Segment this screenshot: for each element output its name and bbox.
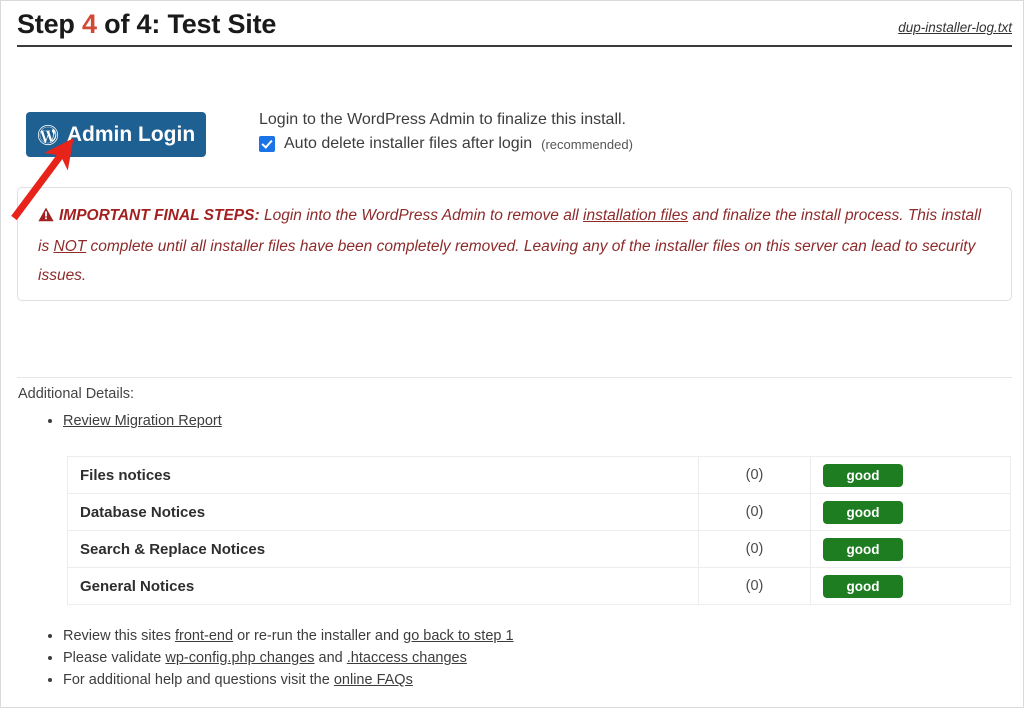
header-divider [17,45,1012,47]
list-item: Review this sites front-end or re-run th… [63,625,514,647]
status-badge[interactable]: good [823,500,903,524]
notice-part1: Login into the WordPress Admin to remove… [259,207,584,224]
notice-name: General Notices [67,567,699,605]
login-instructions: Login to the WordPress Admin to finalize… [259,109,959,153]
notice-count: (0) [698,456,811,494]
front-end-link[interactable]: front-end [175,628,233,644]
notice-count: (0) [698,493,811,531]
page-header: Step 4 of 4: Test Site dup-installer-log… [17,9,1012,47]
notice-part3: complete until all installer files have … [38,238,976,284]
footer-text-pre: Review this sites [63,628,176,644]
page-title: Step 4 of 4: Test Site [17,9,276,40]
table-row: Search & Replace Notices (0) good [67,530,1011,568]
notice-name: Files notices [67,456,699,494]
notices-table: Files notices (0) good Database Notices … [67,456,1011,605]
list-item: Review Migration Report [63,410,222,432]
auto-delete-row[interactable]: Auto delete installer files after login … [259,135,959,153]
notice-status-cell: good [810,530,1011,568]
list-item: Please validate wp-config.php changes an… [63,647,514,669]
auto-delete-checkbox[interactable] [259,136,275,152]
online-faqs-link[interactable]: online FAQs [334,672,413,688]
wp-config-changes-link[interactable]: wp-config.php changes [165,650,314,666]
footer-text-mid: or re-run the installer and [233,628,404,644]
step-number: 4 [82,9,97,39]
warning-triangle-icon [38,203,54,232]
auto-delete-label: Auto delete installer files after login [284,135,533,152]
login-description: Login to the WordPress Admin to finalize… [259,111,626,128]
status-badge[interactable]: good [823,537,903,561]
review-migration-report-link[interactable]: Review Migration Report [63,413,222,429]
footer-text-pre: Please validate [63,650,166,666]
page-title-prefix: Step [17,9,83,39]
important-notice-text: IMPORTANT FINAL STEPS: Login into the Wo… [38,201,993,290]
notice-name: Database Notices [67,493,699,531]
notice-status-cell: good [810,493,1011,531]
notice-emphasis-not: NOT [53,238,87,255]
important-notice-box: IMPORTANT FINAL STEPS: Login into the Wo… [17,187,1012,301]
installer-log-link[interactable]: dup-installer-log.txt [898,20,1012,35]
notice-heading: IMPORTANT FINAL STEPS: [59,207,260,224]
wordpress-icon [37,124,59,146]
list-item: For additional help and questions visit … [63,669,514,691]
page-title-suffix: of 4: Test Site [96,9,277,39]
installer-step4-page: Step 4 of 4: Test Site dup-installer-log… [0,0,1024,708]
auto-delete-note: (recommended) [541,136,633,152]
section-divider [17,377,1012,378]
notice-status-cell: good [810,456,1011,494]
footer-links-list: Review this sites front-end or re-run th… [35,625,514,691]
notice-count: (0) [698,567,811,605]
status-badge[interactable]: good [823,574,903,598]
admin-login-button[interactable]: Admin Login [26,112,206,157]
notice-status-cell: good [810,567,1011,605]
additional-details-label: Additional Details: [18,386,135,402]
notice-name: Search & Replace Notices [67,530,699,568]
status-badge[interactable]: good [823,463,903,487]
notice-count: (0) [698,530,811,568]
go-back-to-step-1-link[interactable]: go back to step 1 [403,628,513,644]
installation-files-link[interactable]: installation files [583,207,688,224]
admin-login-section: Admin Login Login to the WordPress Admin… [1,109,1023,179]
footer-text-mid: and [314,650,347,666]
table-row: Files notices (0) good [67,456,1011,494]
table-row: Database Notices (0) good [67,493,1011,531]
htaccess-changes-link[interactable]: .htaccess changes [347,650,467,666]
table-row: General Notices (0) good [67,567,1011,605]
additional-details-list: Review Migration Report [35,410,222,432]
footer-text-pre: For additional help and questions visit … [63,672,334,688]
admin-login-button-label: Admin Login [66,122,196,146]
